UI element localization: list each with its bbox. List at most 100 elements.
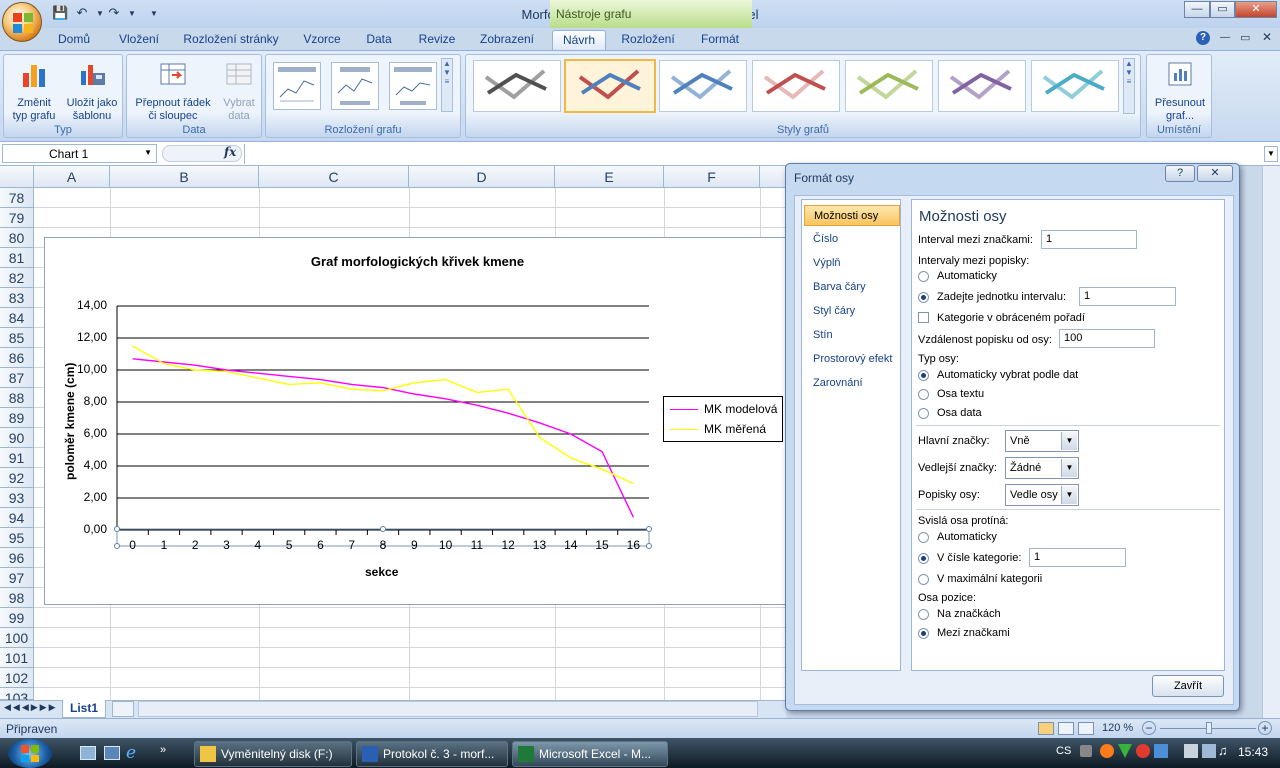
row-header[interactable]: 91 [0,448,34,468]
normal-view-icon[interactable] [1038,722,1054,735]
nav-shadow[interactable]: Stín [804,325,900,346]
page-break-view-icon[interactable] [1078,722,1094,735]
ribbon-minimize-icon[interactable]: — [1220,32,1230,43]
column-header-a[interactable]: A [34,166,110,188]
chart-layout-2[interactable] [331,62,379,110]
row-header[interactable]: 82 [0,268,34,288]
close-button[interactable]: ✕ [1235,1,1277,18]
row-header[interactable]: 93 [0,488,34,508]
styles-scroll[interactable]: ▲ ▼ ≡ [1123,58,1135,114]
undo-icon[interactable]: ↶ [74,5,90,21]
row-header[interactable]: 89 [0,408,34,428]
save-as-template-button[interactable]: Uložit jako šablonu [62,59,122,123]
row-header[interactable]: 79 [0,208,34,228]
axis-type-text-radio[interactable] [918,389,929,400]
row-header[interactable]: 90 [0,428,34,448]
chart-layout-1[interactable] [273,62,321,110]
switch-windows-icon[interactable] [104,746,120,760]
chart-style-1[interactable] [473,60,561,112]
zoom-in-icon[interactable]: + [1258,721,1272,735]
cross-category-radio[interactable] [918,553,929,564]
dialog-close-icon[interactable]: ✕ [1197,165,1233,182]
nav-3d-format[interactable]: Prostorový efekt [804,349,900,370]
position-on-ticks-radio[interactable] [918,609,929,620]
position-between-radio[interactable] [918,628,929,639]
expand-formula-icon[interactable]: ▼ [1264,146,1278,162]
chart-style-4[interactable] [752,60,840,112]
row-header[interactable]: 78 [0,188,34,208]
chart-area[interactable]: Graf morfologických křivek kmene 0,00 2,0… [44,237,789,605]
tab-design[interactable]: Návrh [552,30,606,50]
chart-style-2[interactable] [564,59,656,113]
major-tick-dropdown-icon[interactable]: ▼ [1061,432,1077,450]
start-button[interactable] [8,739,52,768]
minor-tick-select[interactable]: Žádné ▼ [1005,457,1079,479]
tray-arrow-icon[interactable] [1080,745,1092,757]
reverse-order-checkbox[interactable] [918,312,929,323]
interval-input[interactable]: 1 [1041,230,1137,249]
internet-explorer-icon[interactable]: e [126,743,136,763]
select-all-corner[interactable] [0,166,34,188]
x-axis-title[interactable]: sekce [365,565,398,579]
redo-icon[interactable]: ↷ [106,5,122,21]
row-header[interactable]: 84 [0,308,34,328]
cross-category-input[interactable]: 1 [1029,548,1126,567]
chart-style-3[interactable] [659,60,747,112]
nav-axis-options[interactable]: Možnosti osy [804,205,900,226]
tray-security-icon[interactable] [1136,744,1150,758]
row-header[interactable]: 85 [0,328,34,348]
save-icon[interactable]: 💾 [52,5,68,21]
name-box[interactable]: Chart 1 ▼ [2,144,157,163]
label-distance-input[interactable]: 100 [1059,329,1155,348]
label-interval-auto-radio[interactable] [918,271,929,282]
horizontal-scrollbar[interactable] [138,701,758,717]
tab-view[interactable]: Zobrazení [472,30,542,50]
layouts-scroll[interactable]: ▲ ▼ ≡ [441,58,453,112]
zoom-slider-thumb[interactable] [1206,722,1212,734]
dialog-close-button[interactable]: Zavřít [1152,675,1224,697]
sheet-nav-icon[interactable]: ◀◀◀▶▶▶ [4,702,58,713]
chart-style-6[interactable] [938,60,1026,112]
volume-icon[interactable]: ♫ [1218,743,1228,758]
nav-fill[interactable]: Výplň [804,253,900,274]
ribbon-restore-icon[interactable]: ▭ [1240,31,1250,44]
nav-number[interactable]: Číslo [804,229,900,250]
show-desktop-icon[interactable] [80,746,96,760]
row-header[interactable]: 101 [0,648,34,668]
tray-network-icon[interactable] [1154,744,1168,758]
column-header-c[interactable]: C [259,166,409,188]
tray-app-icon[interactable] [1100,744,1114,758]
zoom-out-icon[interactable]: − [1142,721,1156,735]
row-header[interactable]: 81 [0,248,34,268]
axis-type-date-radio[interactable] [918,408,929,419]
insert-sheet-icon[interactable] [112,701,134,717]
tab-formulas[interactable]: Vzorce [296,30,348,50]
zoom-level[interactable]: 120 % [1102,722,1133,734]
minimize-button[interactable]: — [1184,1,1210,18]
nav-line-style[interactable]: Styl čáry [804,301,900,322]
taskbar-item-drive[interactable]: Vyměnitelný disk (F:) [194,741,352,767]
axis-labels-select[interactable]: Vedle osy ▼ [1005,484,1079,506]
tray-display-icon[interactable] [1202,744,1216,758]
chart-style-5[interactable] [845,60,933,112]
cross-max-radio[interactable] [918,574,929,585]
customize-qat-icon[interactable]: ▼ [146,9,162,25]
help-icon[interactable]: ? [1196,31,1210,45]
name-box-dropdown-icon[interactable]: ▼ [144,148,152,157]
quicklaunch-more-icon[interactable]: » [160,744,166,756]
row-header[interactable]: 100 [0,628,34,648]
tab-home[interactable]: Domů [48,30,100,50]
column-header-e[interactable]: E [555,166,664,188]
tab-data[interactable]: Data [358,30,400,50]
switch-row-column-button[interactable]: Přepnout řádek či sloupec [129,59,217,123]
row-header[interactable]: 87 [0,368,34,388]
minor-tick-dropdown-icon[interactable]: ▼ [1061,459,1077,477]
clock[interactable]: 15:43 [1238,745,1268,759]
axis-labels-dropdown-icon[interactable]: ▼ [1061,486,1077,504]
row-header[interactable]: 97 [0,568,34,588]
select-data-button[interactable]: Vybrat data [217,59,261,123]
row-header[interactable]: 94 [0,508,34,528]
row-header[interactable]: 98 [0,588,34,608]
column-header-d[interactable]: D [409,166,555,188]
language-indicator[interactable]: CS [1056,745,1071,757]
